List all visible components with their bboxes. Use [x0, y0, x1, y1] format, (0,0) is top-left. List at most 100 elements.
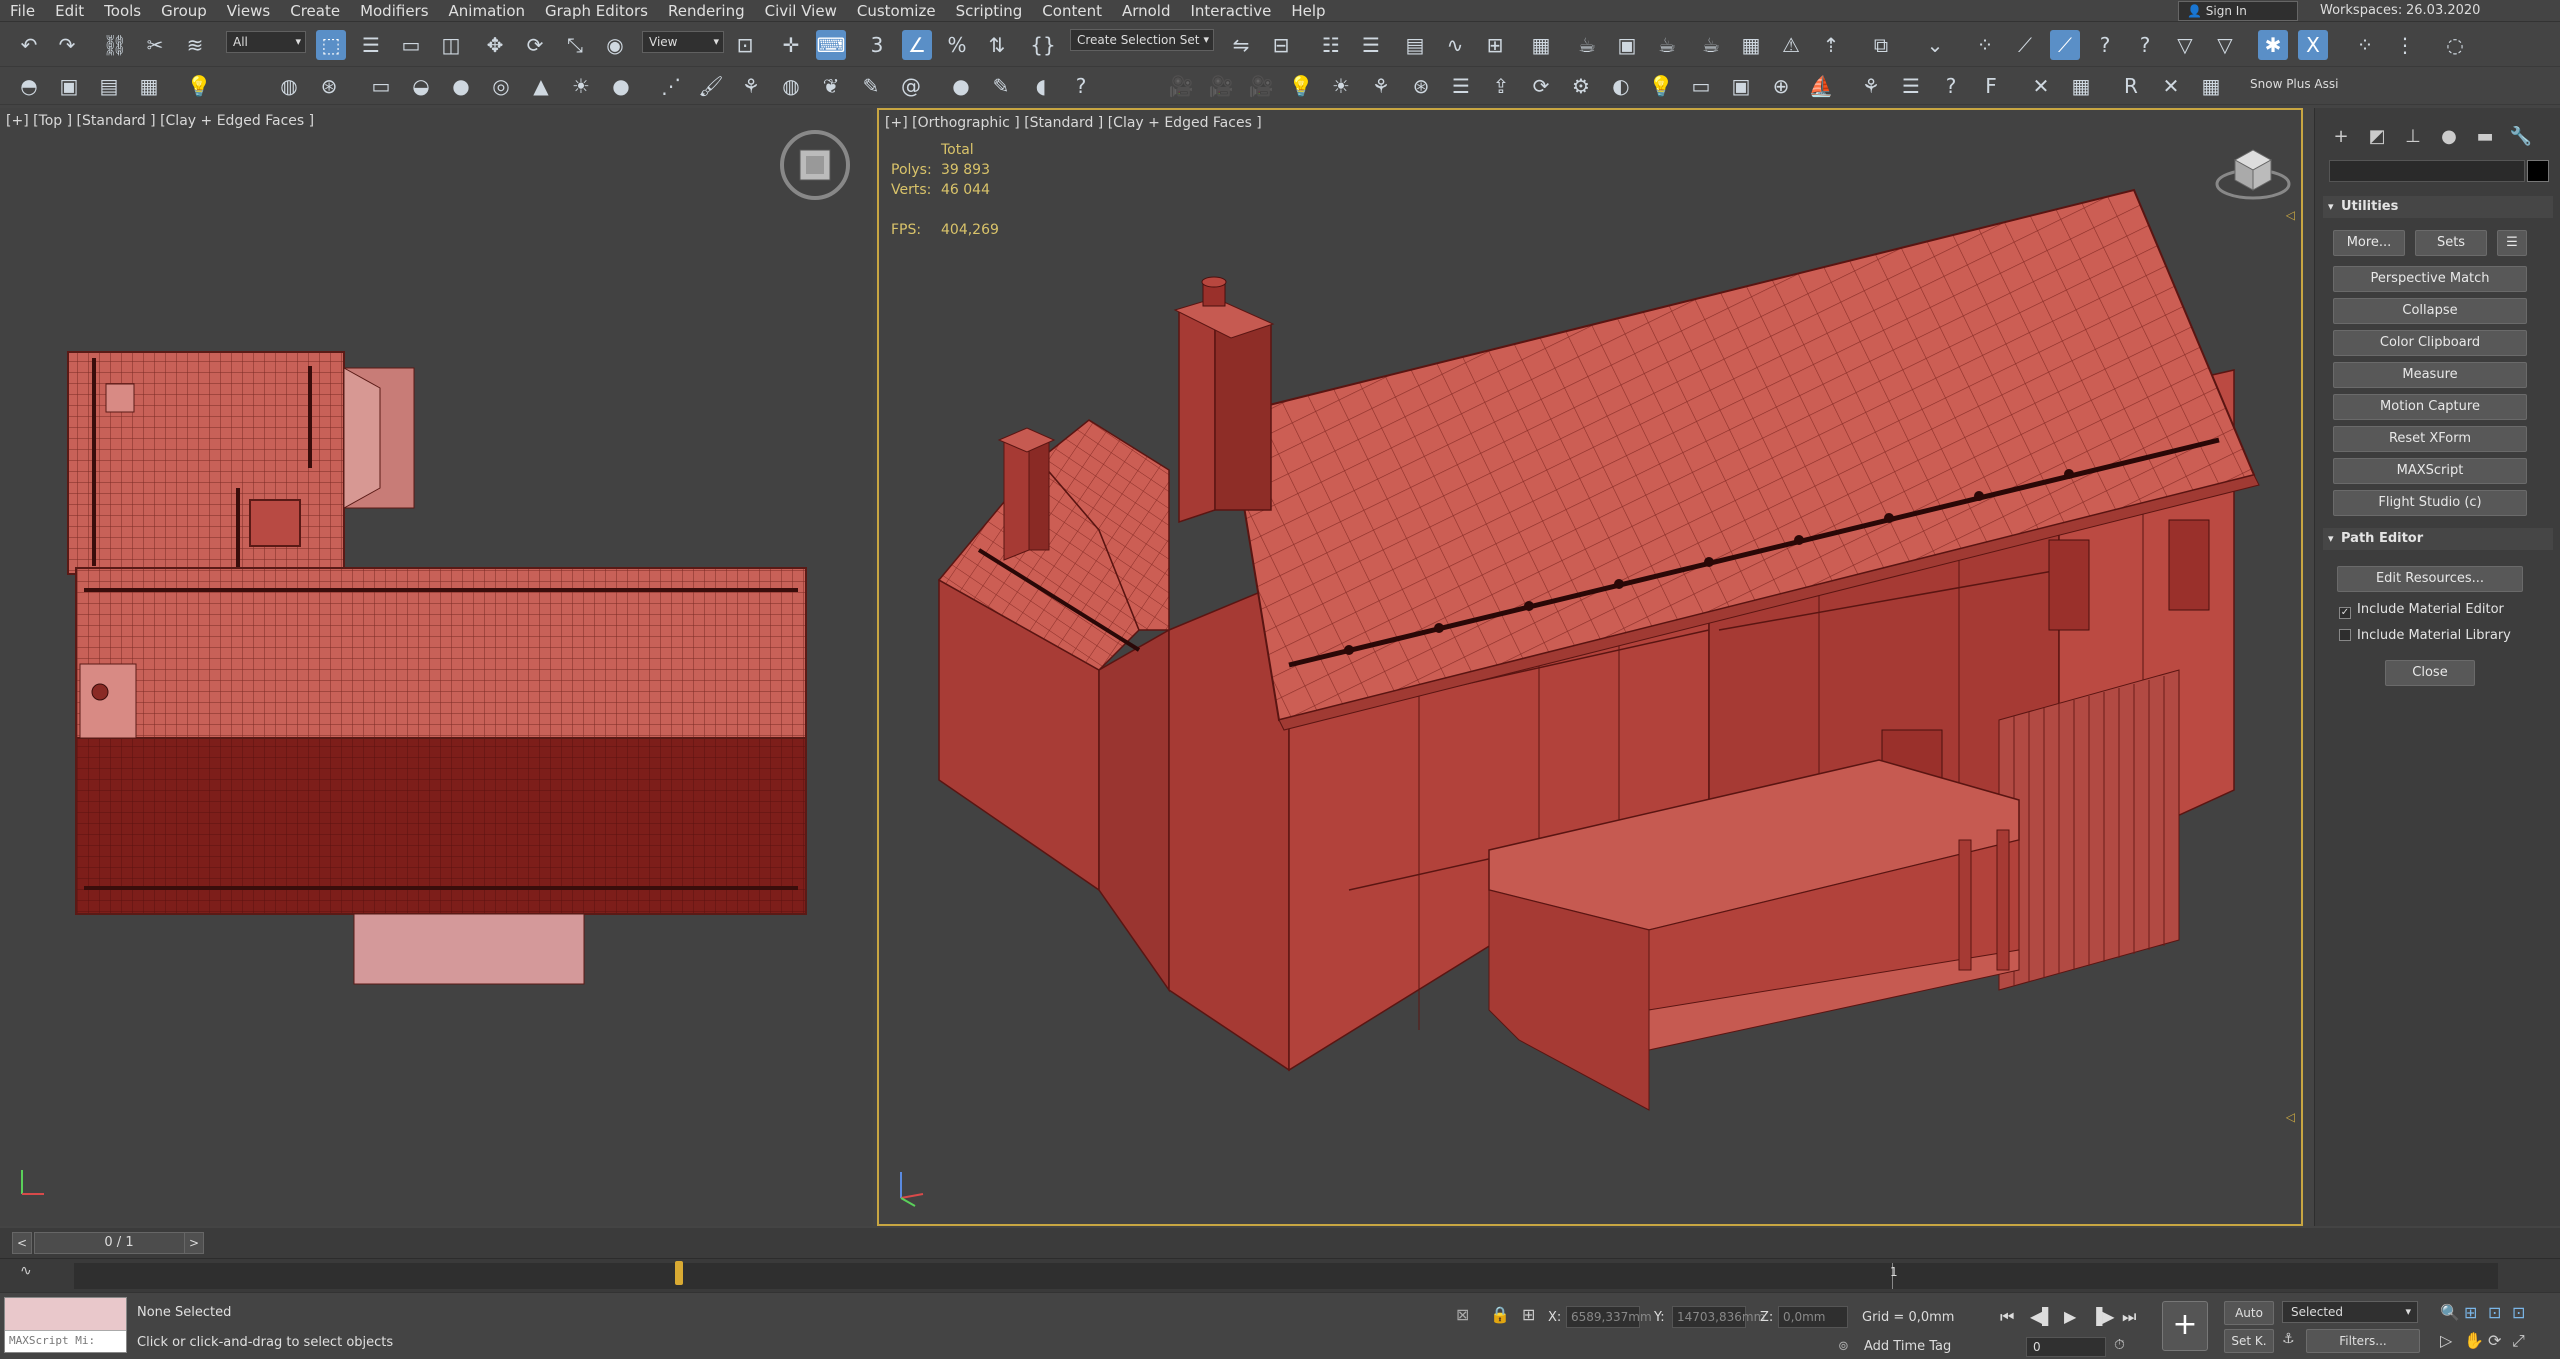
menu-animation[interactable]: Animation	[439, 0, 535, 22]
motion-tab-icon[interactable]: ●	[2433, 122, 2465, 150]
menu-views[interactable]: Views	[217, 0, 280, 22]
menu-file[interactable]: File	[0, 0, 45, 22]
xray-icon[interactable]: X	[2298, 30, 2328, 60]
add-time-tag-button[interactable]: Add Time Tag	[1864, 1339, 1951, 1354]
menu-graph-editors[interactable]: Graph Editors	[535, 0, 658, 22]
hair-icon[interactable]: ⋰	[656, 71, 686, 101]
menu-group[interactable]: Group	[151, 0, 217, 22]
select-by-name-icon[interactable]: ☰	[356, 30, 386, 60]
track-bar-area[interactable]	[74, 1263, 2498, 1289]
table-icon[interactable]: ▦	[134, 71, 164, 101]
maximize-viewport-icon[interactable]: ⤢	[2512, 1331, 2525, 1351]
undo-icon[interactable]: ↶	[14, 30, 44, 60]
frame-icon[interactable]: ▭	[1686, 71, 1716, 101]
include-material-editor-box[interactable]: ✓	[2339, 607, 2351, 619]
connect-icon[interactable]: ⊛	[314, 71, 344, 101]
snap-midpoint-icon[interactable]: ?	[2130, 30, 2160, 60]
object-name-field[interactable]	[2329, 160, 2525, 182]
rectangular-selection-icon[interactable]: ▭	[396, 30, 426, 60]
hierarchy-tab-icon[interactable]: ⊥	[2397, 122, 2429, 150]
circle-snap-icon[interactable]: ◌	[2440, 30, 2470, 60]
render-icon[interactable]: ▣	[54, 71, 84, 101]
light-sun-icon[interactable]: ☀	[1326, 71, 1356, 101]
chevron-down-icon[interactable]: ⌄	[1920, 30, 1950, 60]
play-icon[interactable]: ▶	[2064, 1307, 2076, 1326]
snow-plus-tool-label[interactable]: Snow Plus Assi	[2250, 77, 2338, 91]
pan-icon[interactable]: ✋	[2464, 1331, 2484, 1350]
snap-toggle-active-icon[interactable]: ✱	[2258, 30, 2288, 60]
zoom-extents-icon[interactable]: ⊡	[2488, 1303, 2501, 1322]
absolute-mode-icon[interactable]: ⊞	[1522, 1305, 1535, 1324]
align-icon[interactable]: ⊟	[1266, 30, 1296, 60]
wrench-icon[interactable]: ✕	[2026, 71, 2056, 101]
menu-create[interactable]: Create	[280, 0, 350, 22]
create-tab-icon[interactable]: +	[2325, 122, 2357, 150]
menu-arnold[interactable]: Arnold	[1112, 0, 1181, 22]
plane-icon[interactable]: ▭	[366, 71, 396, 101]
warning-icon[interactable]: ⚠	[1776, 30, 1806, 60]
menu-rendering[interactable]: Rendering	[658, 0, 755, 22]
utility-reset-xform-button[interactable]: Reset XForm	[2333, 426, 2527, 452]
include-material-editor-checkbox[interactable]: ✓ Include Material Editor	[2339, 602, 2504, 619]
z-coordinate-field[interactable]: 0,0mm	[1778, 1306, 1848, 1328]
leaf-icon[interactable]: ❦	[816, 71, 846, 101]
material-editor-icon[interactable]: ▦	[1526, 30, 1556, 60]
unlink-icon[interactable]: ✂	[140, 30, 170, 60]
menu-tools[interactable]: Tools	[94, 0, 151, 22]
snaps-toggle-icon[interactable]: 3	[862, 30, 892, 60]
boat-icon[interactable]: ⛵	[1806, 71, 1836, 101]
tools-icon[interactable]: ✕	[2156, 71, 2186, 101]
snap-center-icon[interactable]: ▽	[2210, 30, 2240, 60]
go-to-start-icon[interactable]: ⏮	[2000, 1307, 2014, 1327]
snap-edge-icon[interactable]: ⟋	[2050, 30, 2080, 60]
utility-perspective-match-button[interactable]: Perspective Match	[2333, 266, 2527, 292]
scale-icon[interactable]: ⤡	[560, 30, 590, 60]
workspace-dropdown[interactable]: 26.03.2020	[2406, 0, 2480, 22]
upload-icon[interactable]: ⇪	[1486, 71, 1516, 101]
list-icon[interactable]: ▤	[94, 71, 124, 101]
key-filters-button[interactable]: Filters...	[2306, 1329, 2420, 1353]
include-material-library-box[interactable]	[2339, 629, 2351, 641]
snap-vertex-icon[interactable]: ⟋	[2010, 30, 2040, 60]
layer-explorer-icon[interactable]: ☰	[1356, 30, 1386, 60]
utility-maxscript-button[interactable]: MAXScript	[2333, 458, 2527, 484]
pin-icon[interactable]: ⇡	[1816, 30, 1846, 60]
teapot-icon[interactable]: ◓	[14, 71, 44, 101]
percent-snap-icon[interactable]: %	[942, 30, 972, 60]
grid-points-icon[interactable]: ⁘	[2350, 30, 2380, 60]
render-production-icon[interactable]: ☕	[1652, 30, 1682, 60]
go-to-end-icon[interactable]: ⏭	[2122, 1307, 2136, 1327]
dome-icon[interactable]: ◒	[406, 71, 436, 101]
menu-scripting[interactable]: Scripting	[946, 0, 1033, 22]
menu-customize[interactable]: Customize	[847, 0, 946, 22]
viewport-orthographic[interactable]: [+] [Orthographic ] [Standard ] [Clay + …	[877, 108, 2303, 1226]
object-color-swatch[interactable]	[2527, 160, 2549, 182]
auto-key-button[interactable]: Auto	[2224, 1301, 2274, 1325]
ball-icon[interactable]: ●	[946, 71, 976, 101]
globe-icon[interactable]: ◍	[776, 71, 806, 101]
edit-resources-button[interactable]: Edit Resources...	[2337, 566, 2523, 592]
light-omni-icon[interactable]: 💡	[1286, 71, 1316, 101]
orbit-icon[interactable]: ⟳	[2488, 1331, 2501, 1350]
grid-table-icon[interactable]: ▦	[2066, 71, 2096, 101]
mesh-icon[interactable]: ◍	[274, 71, 304, 101]
angle-snap-icon[interactable]: ∠	[902, 30, 932, 60]
light-icon[interactable]: 💡	[184, 71, 214, 101]
paint-icon[interactable]: 🖌	[696, 71, 726, 101]
utility-collapse-button[interactable]: Collapse	[2333, 298, 2527, 324]
named-selection-sets-dropdown[interactable]: Create Selection Set	[1070, 29, 1214, 51]
render-setup-icon[interactable]: ☕	[1572, 30, 1602, 60]
menu-content[interactable]: Content	[1032, 0, 1112, 22]
capsule-icon[interactable]: ◖	[1026, 71, 1056, 101]
utility-motion-capture-button[interactable]: Motion Capture	[2333, 394, 2527, 420]
project-folder-icon[interactable]: ⧉	[1866, 30, 1896, 60]
maxscript-mini-input[interactable]: MAXScript Mi:	[5, 1330, 126, 1352]
previous-frame-icon[interactable]: ◀▌	[2030, 1307, 2055, 1326]
calculator-icon[interactable]: ▦	[2196, 71, 2226, 101]
crosshair-icon[interactable]: ⊕	[1766, 71, 1796, 101]
gear-icon[interactable]: ⚙	[1566, 71, 1596, 101]
sign-in-dropdown[interactable]: 👤 Sign In	[2178, 1, 2298, 21]
zoom-all-icon[interactable]: ⊞	[2464, 1303, 2477, 1322]
circle-icon[interactable]: ●	[606, 71, 636, 101]
modify-tab-icon[interactable]: ◩	[2361, 122, 2393, 150]
